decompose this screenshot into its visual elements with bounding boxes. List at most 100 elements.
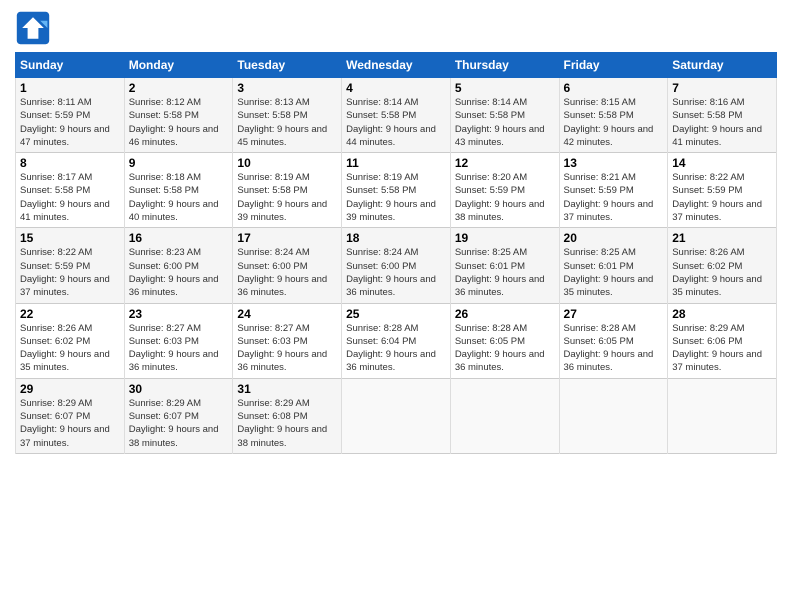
calendar-cell: 7Sunrise: 8:16 AMSunset: 5:58 PMDaylight…: [668, 78, 777, 153]
day-number: 20: [564, 231, 664, 245]
day-info: Sunrise: 8:24 AMSunset: 6:00 PMDaylight:…: [346, 246, 446, 299]
day-info: Sunrise: 8:14 AMSunset: 5:58 PMDaylight:…: [455, 96, 555, 149]
day-number: 2: [129, 81, 229, 95]
weekday-header: Sunday: [16, 53, 125, 78]
day-info: Sunrise: 8:24 AMSunset: 6:00 PMDaylight:…: [237, 246, 337, 299]
day-number: 24: [237, 307, 337, 321]
day-number: 18: [346, 231, 446, 245]
calendar-cell: [668, 378, 777, 453]
day-number: 9: [129, 156, 229, 170]
calendar-cell: 16Sunrise: 8:23 AMSunset: 6:00 PMDayligh…: [124, 228, 233, 303]
day-info: Sunrise: 8:29 AMSunset: 6:07 PMDaylight:…: [129, 397, 229, 450]
day-number: 23: [129, 307, 229, 321]
day-info: Sunrise: 8:26 AMSunset: 6:02 PMDaylight:…: [20, 322, 120, 375]
day-info: Sunrise: 8:28 AMSunset: 6:05 PMDaylight:…: [564, 322, 664, 375]
day-number: 25: [346, 307, 446, 321]
calendar-cell: 20Sunrise: 8:25 AMSunset: 6:01 PMDayligh…: [559, 228, 668, 303]
day-number: 26: [455, 307, 555, 321]
day-info: Sunrise: 8:13 AMSunset: 5:58 PMDaylight:…: [237, 96, 337, 149]
calendar-cell: 28Sunrise: 8:29 AMSunset: 6:06 PMDayligh…: [668, 303, 777, 378]
day-info: Sunrise: 8:19 AMSunset: 5:58 PMDaylight:…: [346, 171, 446, 224]
day-info: Sunrise: 8:12 AMSunset: 5:58 PMDaylight:…: [129, 96, 229, 149]
calendar-cell: 10Sunrise: 8:19 AMSunset: 5:58 PMDayligh…: [233, 153, 342, 228]
weekday-header: Thursday: [450, 53, 559, 78]
day-info: Sunrise: 8:28 AMSunset: 6:04 PMDaylight:…: [346, 322, 446, 375]
day-number: 17: [237, 231, 337, 245]
calendar-cell: 1Sunrise: 8:11 AMSunset: 5:59 PMDaylight…: [16, 78, 125, 153]
weekday-header: Wednesday: [342, 53, 451, 78]
day-number: 28: [672, 307, 772, 321]
calendar-week-row: 22Sunrise: 8:26 AMSunset: 6:02 PMDayligh…: [16, 303, 777, 378]
day-info: Sunrise: 8:14 AMSunset: 5:58 PMDaylight:…: [346, 96, 446, 149]
day-number: 3: [237, 81, 337, 95]
day-number: 4: [346, 81, 446, 95]
calendar-cell: [342, 378, 451, 453]
day-info: Sunrise: 8:22 AMSunset: 5:59 PMDaylight:…: [672, 171, 772, 224]
weekday-header: Friday: [559, 53, 668, 78]
day-number: 7: [672, 81, 772, 95]
day-info: Sunrise: 8:18 AMSunset: 5:58 PMDaylight:…: [129, 171, 229, 224]
calendar-cell: 24Sunrise: 8:27 AMSunset: 6:03 PMDayligh…: [233, 303, 342, 378]
day-info: Sunrise: 8:29 AMSunset: 6:07 PMDaylight:…: [20, 397, 120, 450]
day-number: 11: [346, 156, 446, 170]
day-number: 15: [20, 231, 120, 245]
calendar-cell: 25Sunrise: 8:28 AMSunset: 6:04 PMDayligh…: [342, 303, 451, 378]
calendar-cell: 19Sunrise: 8:25 AMSunset: 6:01 PMDayligh…: [450, 228, 559, 303]
day-number: 19: [455, 231, 555, 245]
day-info: Sunrise: 8:26 AMSunset: 6:02 PMDaylight:…: [672, 246, 772, 299]
day-info: Sunrise: 8:17 AMSunset: 5:58 PMDaylight:…: [20, 171, 120, 224]
calendar-cell: [450, 378, 559, 453]
day-number: 12: [455, 156, 555, 170]
day-info: Sunrise: 8:27 AMSunset: 6:03 PMDaylight:…: [129, 322, 229, 375]
day-number: 6: [564, 81, 664, 95]
day-info: Sunrise: 8:21 AMSunset: 5:59 PMDaylight:…: [564, 171, 664, 224]
calendar-cell: 29Sunrise: 8:29 AMSunset: 6:07 PMDayligh…: [16, 378, 125, 453]
logo-icon: [15, 10, 51, 46]
calendar-cell: 12Sunrise: 8:20 AMSunset: 5:59 PMDayligh…: [450, 153, 559, 228]
day-info: Sunrise: 8:29 AMSunset: 6:06 PMDaylight:…: [672, 322, 772, 375]
day-number: 30: [129, 382, 229, 396]
calendar-week-row: 1Sunrise: 8:11 AMSunset: 5:59 PMDaylight…: [16, 78, 777, 153]
day-number: 10: [237, 156, 337, 170]
page-container: SundayMondayTuesdayWednesdayThursdayFrid…: [0, 0, 792, 464]
weekday-header: Tuesday: [233, 53, 342, 78]
day-info: Sunrise: 8:11 AMSunset: 5:59 PMDaylight:…: [20, 96, 120, 149]
calendar-cell: 23Sunrise: 8:27 AMSunset: 6:03 PMDayligh…: [124, 303, 233, 378]
calendar-cell: 8Sunrise: 8:17 AMSunset: 5:58 PMDaylight…: [16, 153, 125, 228]
day-info: Sunrise: 8:27 AMSunset: 6:03 PMDaylight:…: [237, 322, 337, 375]
calendar-cell: 6Sunrise: 8:15 AMSunset: 5:58 PMDaylight…: [559, 78, 668, 153]
calendar-cell: 31Sunrise: 8:29 AMSunset: 6:08 PMDayligh…: [233, 378, 342, 453]
calendar-cell: 30Sunrise: 8:29 AMSunset: 6:07 PMDayligh…: [124, 378, 233, 453]
calendar-header: SundayMondayTuesdayWednesdayThursdayFrid…: [16, 53, 777, 78]
calendar-week-row: 29Sunrise: 8:29 AMSunset: 6:07 PMDayligh…: [16, 378, 777, 453]
day-info: Sunrise: 8:25 AMSunset: 6:01 PMDaylight:…: [455, 246, 555, 299]
calendar-cell: 5Sunrise: 8:14 AMSunset: 5:58 PMDaylight…: [450, 78, 559, 153]
day-number: 31: [237, 382, 337, 396]
day-info: Sunrise: 8:29 AMSunset: 6:08 PMDaylight:…: [237, 397, 337, 450]
calendar-body: 1Sunrise: 8:11 AMSunset: 5:59 PMDaylight…: [16, 78, 777, 454]
calendar-cell: 27Sunrise: 8:28 AMSunset: 6:05 PMDayligh…: [559, 303, 668, 378]
calendar-cell: 13Sunrise: 8:21 AMSunset: 5:59 PMDayligh…: [559, 153, 668, 228]
calendar-cell: 2Sunrise: 8:12 AMSunset: 5:58 PMDaylight…: [124, 78, 233, 153]
calendar-cell: [559, 378, 668, 453]
day-number: 14: [672, 156, 772, 170]
day-number: 16: [129, 231, 229, 245]
day-info: Sunrise: 8:25 AMSunset: 6:01 PMDaylight:…: [564, 246, 664, 299]
day-number: 27: [564, 307, 664, 321]
day-info: Sunrise: 8:19 AMSunset: 5:58 PMDaylight:…: [237, 171, 337, 224]
calendar-cell: 26Sunrise: 8:28 AMSunset: 6:05 PMDayligh…: [450, 303, 559, 378]
weekday-header: Monday: [124, 53, 233, 78]
weekday-header-row: SundayMondayTuesdayWednesdayThursdayFrid…: [16, 53, 777, 78]
calendar-cell: 17Sunrise: 8:24 AMSunset: 6:00 PMDayligh…: [233, 228, 342, 303]
day-info: Sunrise: 8:23 AMSunset: 6:00 PMDaylight:…: [129, 246, 229, 299]
day-number: 8: [20, 156, 120, 170]
day-number: 5: [455, 81, 555, 95]
day-info: Sunrise: 8:16 AMSunset: 5:58 PMDaylight:…: [672, 96, 772, 149]
day-info: Sunrise: 8:20 AMSunset: 5:59 PMDaylight:…: [455, 171, 555, 224]
calendar-cell: 21Sunrise: 8:26 AMSunset: 6:02 PMDayligh…: [668, 228, 777, 303]
day-info: Sunrise: 8:15 AMSunset: 5:58 PMDaylight:…: [564, 96, 664, 149]
calendar-cell: 22Sunrise: 8:26 AMSunset: 6:02 PMDayligh…: [16, 303, 125, 378]
day-number: 13: [564, 156, 664, 170]
calendar-table: SundayMondayTuesdayWednesdayThursdayFrid…: [15, 52, 777, 454]
logo: [15, 10, 55, 46]
